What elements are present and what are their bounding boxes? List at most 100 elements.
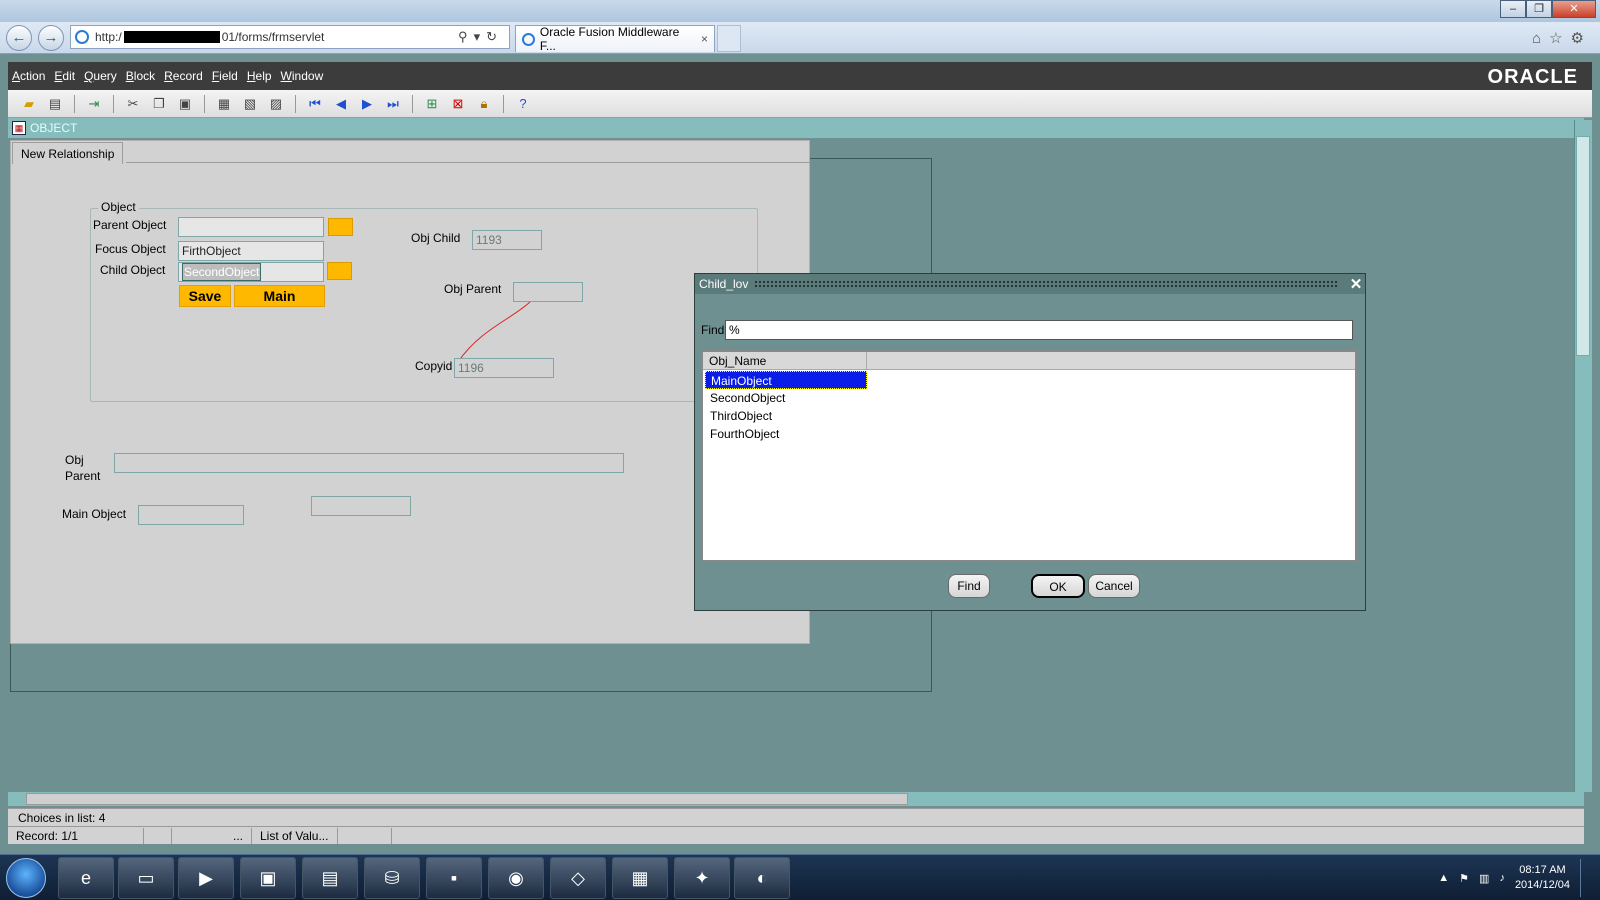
tool-icon[interactable]: ✦ <box>674 857 730 899</box>
show-desktop-button[interactable] <box>1580 859 1590 897</box>
obj-parent-field[interactable] <box>513 282 583 302</box>
last-record-icon[interactable]: ⏭ <box>382 94 404 114</box>
new-tab-button[interactable] <box>717 25 741 52</box>
url-prefix: http:/ <box>95 30 122 44</box>
network-icon[interactable]: ▥ <box>1479 872 1489 885</box>
save-button[interactable]: Save <box>179 285 231 307</box>
address-tools[interactable]: ⚲▾↻ <box>458 29 503 45</box>
child-object-lov-button[interactable] <box>327 262 352 280</box>
list-item[interactable]: MainObject <box>705 371 867 389</box>
focus-object-field[interactable]: FirthObject <box>178 241 324 261</box>
copyid-field[interactable]: 1196 <box>454 358 554 378</box>
forward-button[interactable]: → <box>38 25 64 51</box>
clock[interactable]: 08:17 AM 2014/12/04 <box>1515 863 1570 893</box>
toolbar: ▰ ▤ ⇥ ✂ ❐ ▣ ▦ ▧ ▨ ⏮ ◀ ▶ ⏭ ⊞ ⊠ 🔒︎ ? <box>8 90 1592 118</box>
obj-parent2-field[interactable] <box>114 453 624 473</box>
lov-list[interactable]: Obj_Name MainObject SecondObject ThirdOb… <box>701 350 1357 562</box>
maximize-button[interactable]: ❐ <box>1526 0 1552 18</box>
back-button[interactable]: ← <box>6 25 32 51</box>
help-icon[interactable]: ? <box>512 94 534 114</box>
print-icon[interactable]: ▤ <box>44 94 66 114</box>
execute-query-icon[interactable]: ▧ <box>239 94 261 114</box>
task-manager-icon[interactable]: ▤ <box>302 857 358 899</box>
child-lov-dialog: Child_lov ✕ Find % Obj_Name MainObject S… <box>694 273 1366 611</box>
first-record-icon[interactable]: ⏮ <box>304 94 326 114</box>
previous-record-icon[interactable]: ◀ <box>330 94 352 114</box>
insert-record-icon[interactable]: ⊞ <box>421 94 443 114</box>
obj-child-field[interactable]: 1193 <box>472 230 542 250</box>
menu-record[interactable]: Record <box>164 69 203 83</box>
cut-icon[interactable]: ✂ <box>122 94 144 114</box>
find-input[interactable]: % <box>725 320 1353 340</box>
toolbar-separator <box>204 94 205 113</box>
record-indicator: Record: 1/1 <box>8 827 144 844</box>
parent-object-lov-button[interactable] <box>328 218 353 236</box>
child-object-field[interactable]: SecondObject <box>178 262 324 282</box>
url-path: 01/forms/frmservlet <box>221 30 325 44</box>
command-prompt-icon[interactable]: ▪ <box>426 857 482 899</box>
cancel-button[interactable]: Cancel <box>1088 574 1140 598</box>
list-item[interactable]: SecondObject <box>705 389 867 407</box>
browser-tab[interactable]: Oracle Fusion Middleware F... × <box>515 25 715 53</box>
lov-list-header: Obj_Name <box>703 352 1355 370</box>
minimize-button[interactable]: – <box>1500 0 1526 18</box>
tab-new-relationship[interactable]: New Relationship <box>12 142 124 164</box>
exit-icon[interactable]: ⇥ <box>83 94 105 114</box>
enter-query-icon[interactable]: ▦ <box>213 94 235 114</box>
address-bar[interactable]: http:/ 01/forms/frmservlet ⚲▾↻ <box>70 25 510 49</box>
lov-title: Child_lov <box>699 277 749 291</box>
flag-icon[interactable]: ⚑ <box>1459 872 1469 885</box>
database-icon[interactable]: ⛁ <box>364 857 420 899</box>
tab-title: Oracle Fusion Middleware F... <box>539 25 680 53</box>
child-object-label: Child Object <box>100 263 166 277</box>
list-item[interactable]: ThirdObject <box>705 407 867 425</box>
main-object-field[interactable] <box>138 505 244 525</box>
media-player-icon[interactable]: ▶ <box>178 857 234 899</box>
calendar-icon[interactable]: ▦ <box>612 857 668 899</box>
title-grip <box>754 279 1339 289</box>
volume-icon[interactable]: ♪ <box>1499 872 1505 884</box>
list-item[interactable]: FourthObject <box>705 425 867 443</box>
find-label: Find <box>701 323 725 337</box>
tab-close-icon[interactable]: × <box>701 32 708 46</box>
open-icon[interactable]: ▰ <box>18 94 40 114</box>
lov-title-bar[interactable]: Child_lov ✕ <box>695 274 1365 294</box>
horizontal-scroll-thumb[interactable] <box>26 793 908 805</box>
ok-button[interactable]: OK <box>1031 574 1085 598</box>
menu-field[interactable]: Field <box>212 69 238 83</box>
form-window-title: OBJECT <box>30 121 78 135</box>
next-record-icon[interactable]: ▶ <box>356 94 378 114</box>
close-icon[interactable]: ✕ <box>1347 275 1365 293</box>
file-explorer-icon[interactable]: ▭ <box>118 857 174 899</box>
message-line: Choices in list: 4 <box>8 808 1584 826</box>
start-button[interactable] <box>6 858 46 898</box>
remote-desktop-icon[interactable]: ▣ <box>240 857 296 899</box>
browser-right-tools[interactable]: ⌂☆⚙ <box>1532 29 1592 47</box>
clock-time: 08:17 AM <box>1519 864 1566 876</box>
menu-edit[interactable]: Edit <box>54 69 75 83</box>
copy-icon[interactable]: ❐ <box>148 94 170 114</box>
menu-query[interactable]: Query <box>84 69 117 83</box>
close-window-button[interactable]: ✕ <box>1552 0 1596 18</box>
obj-name-column-header[interactable]: Obj_Name <box>703 352 867 370</box>
menu-window[interactable]: Window <box>281 69 324 83</box>
delete-record-icon[interactable]: ⊠ <box>447 94 469 114</box>
notes-icon[interactable]: ◇ <box>550 857 606 899</box>
browser-title-bar: – ❐ ✕ <box>0 0 1600 22</box>
menu-block[interactable]: Block <box>126 69 155 83</box>
internet-explorer-icon[interactable]: e <box>58 857 114 899</box>
cancel-query-icon[interactable]: ▨ <box>265 94 287 114</box>
menu-action[interactable]: Action <box>12 69 45 83</box>
frog-app-icon[interactable]: ◉ <box>488 857 544 899</box>
find-button[interactable]: Find <box>948 574 990 598</box>
paste-icon[interactable]: ▣ <box>174 94 196 114</box>
tray-expand-icon[interactable]: ▲ <box>1438 872 1449 884</box>
vertical-scroll-thumb[interactable] <box>1576 136 1590 356</box>
unlabeled-field[interactable] <box>311 496 411 516</box>
parent-object-field[interactable] <box>178 217 324 237</box>
menu-help[interactable]: Help <box>247 69 272 83</box>
lock-record-icon[interactable]: 🔒︎ <box>473 94 495 114</box>
object-group-label: Object <box>98 200 139 214</box>
paint-icon[interactable]: ◐ <box>734 857 790 899</box>
main-button[interactable]: Main <box>234 285 325 307</box>
